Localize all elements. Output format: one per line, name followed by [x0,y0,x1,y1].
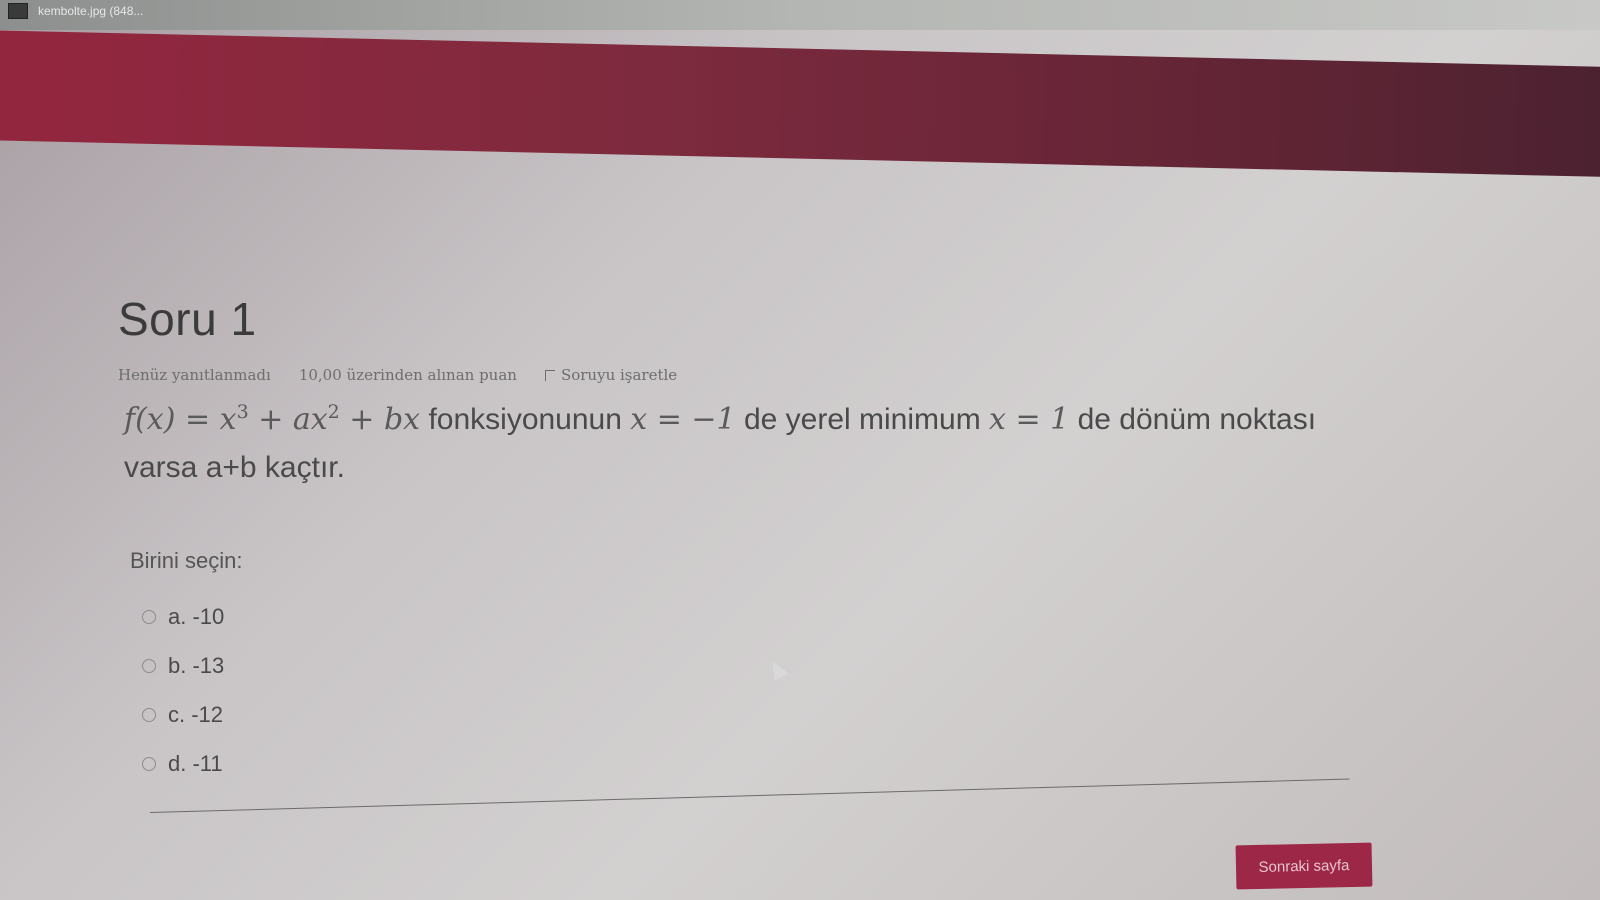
option-c-label: c. -12 [168,701,224,727]
radio-button-a[interactable] [142,609,156,624]
function-expression: f(x) = x3 + ax2 + bx [124,401,421,437]
answer-options: a. -10 b. -13 c. -12 d. -11 [142,592,1378,788]
math-exponent-2: 2 [327,401,340,423]
option-a-label: a. -10 [168,603,225,629]
math-func-part: f(x) = x [124,402,237,437]
flag-question-label: Soruyu işaretle [560,366,678,384]
choose-one-label: Birini seçin: [130,548,243,573]
next-page-button[interactable]: Sonraki sayfa [1235,842,1373,890]
radio-button-c[interactable] [142,707,156,722]
option-b-label: b. -13 [168,652,225,678]
question-container: Soru 1 Henüz yanıtlanmadı 10,00 üzerinde… [118,292,1378,788]
question-text-part-1: fonksiyonunun [420,403,631,436]
question-text-part-2: de yerel minimum [735,403,990,436]
math-bx-part: + bx [339,402,421,437]
question-status: Henüz yanıtlanmadı [118,366,271,384]
question-meta: Henüz yanıtlanmadı 10,00 üzerinden alına… [118,366,1378,384]
math-x-1: x = 1 [989,402,1070,437]
option-a[interactable]: a. -10 [142,592,1378,641]
question-title: Soru 1 [118,293,257,345]
math-x-minus-1: x = −1 [630,402,736,437]
radio-button-d[interactable] [142,756,156,771]
math-exponent-3: 3 [236,401,249,423]
option-d[interactable]: d. -11 [142,739,1378,788]
quiz-page: kembolte.jpg (848... Soru 1 Henüz yanıtl… [0,0,1600,900]
option-b[interactable]: b. -13 [142,641,1378,690]
image-file-icon [8,3,28,19]
option-d-label: d. -11 [168,750,223,776]
question-text: f(x) = x3 + ax2 + bx fonksiyonunun x = −… [124,388,1378,492]
file-tab-label: kembolte.jpg (848... [38,4,144,18]
radio-button-b[interactable] [142,658,156,673]
flag-icon [544,369,555,381]
question-points: 10,00 üzerinden alınan puan [298,366,517,384]
math-ax-part: + ax [248,402,328,437]
taskbar-strip: kembolte.jpg (848... [0,0,1600,30]
site-header-bar [0,30,1600,178]
flag-question-link[interactable]: Soruyu işaretle [544,366,678,384]
file-tab[interactable]: kembolte.jpg (848... [8,0,143,22]
option-c[interactable]: c. -12 [142,690,1378,739]
